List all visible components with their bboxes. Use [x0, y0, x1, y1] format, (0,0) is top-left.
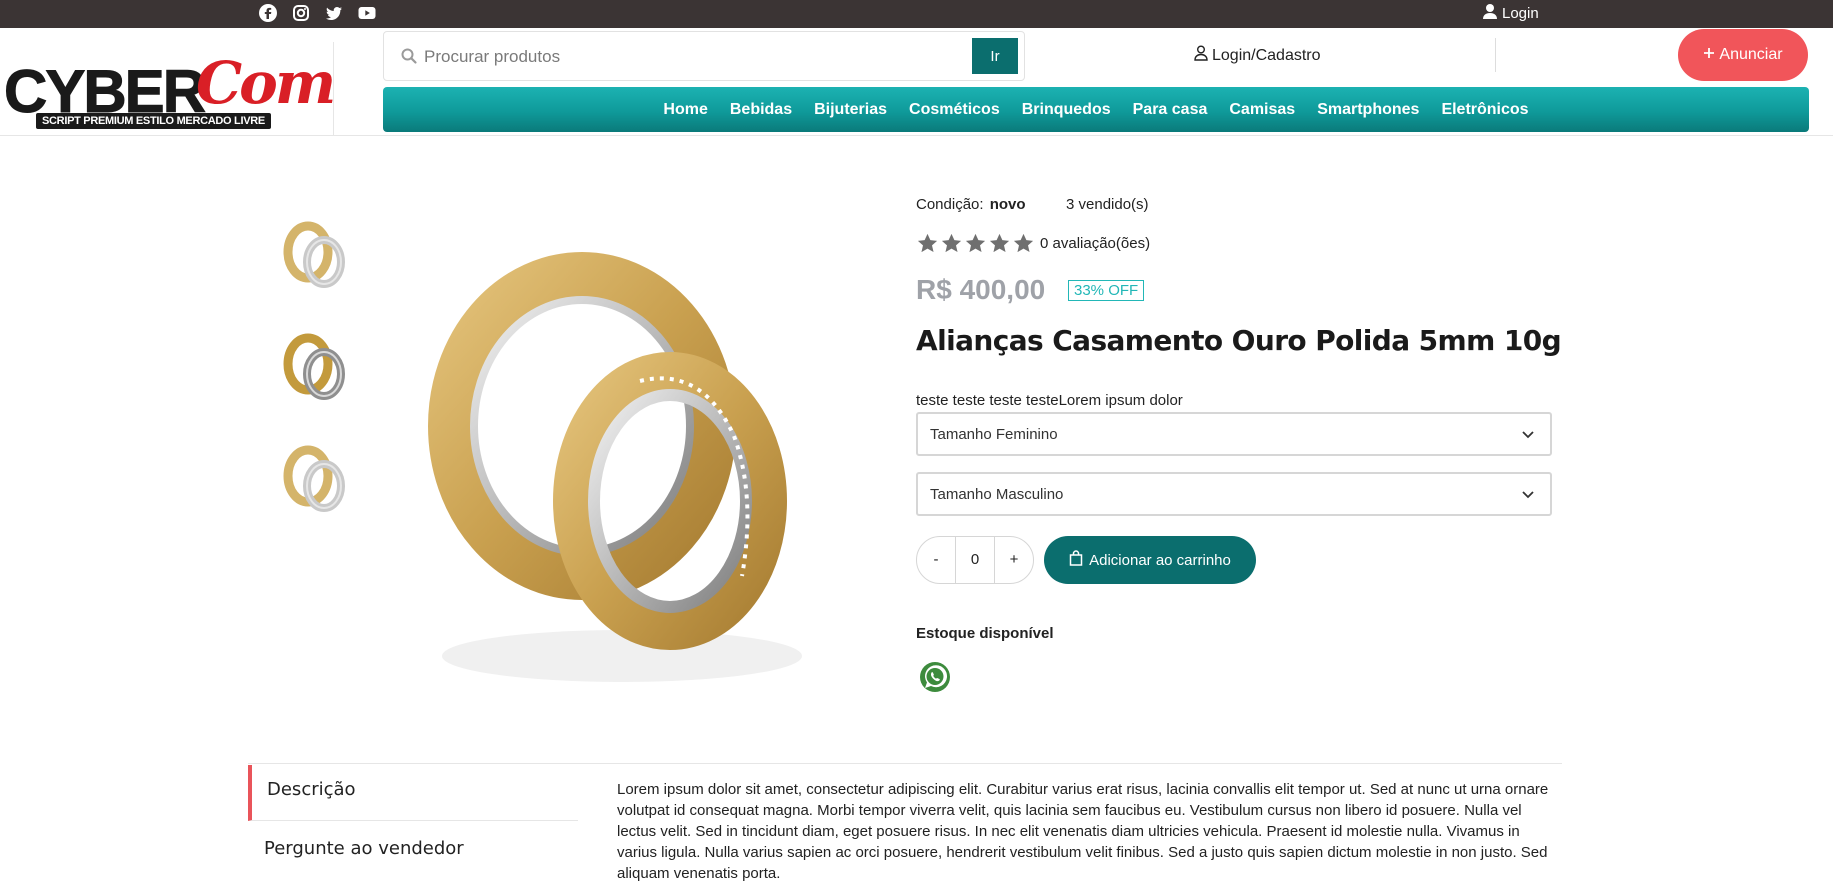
- user-outline-icon: [1194, 45, 1208, 66]
- tab-description[interactable]: Descrição: [248, 765, 578, 821]
- qty-input[interactable]: 0: [955, 537, 995, 583]
- instagram-icon[interactable]: [291, 3, 311, 23]
- rating-count: 0 avaliação(ões): [1040, 235, 1151, 252]
- thumbnail-1[interactable]: [276, 206, 356, 306]
- nav-item-para-casa[interactable]: Para casa: [1133, 101, 1208, 119]
- nav-item-brinquedos[interactable]: Brinquedos: [1022, 101, 1111, 119]
- discount-badge: 33% OFF: [1068, 280, 1145, 301]
- product-title: Alianças Casamento Ouro Polida 5mm 10g: [916, 324, 1562, 357]
- male-size-select[interactable]: Tamanho Masculino: [916, 472, 1552, 516]
- site-header: CYBER Com SCRIPT PREMIUM ESTILO MERCADO …: [0, 28, 1833, 136]
- nav-item-home[interactable]: Home: [663, 101, 707, 119]
- top-login-label: Login: [1502, 5, 1539, 22]
- thumbnail-list: [276, 206, 356, 542]
- chevron-down-icon: [1520, 486, 1536, 502]
- star-icon: [940, 232, 963, 255]
- site-logo[interactable]: CYBER Com SCRIPT PREMIUM ESTILO MERCADO …: [0, 42, 336, 136]
- condition-label: Condição:: [916, 196, 984, 213]
- header-divider: [1495, 38, 1496, 72]
- stock-status: Estoque disponível: [916, 625, 1054, 642]
- search-box: Ir: [383, 31, 1025, 81]
- condition-value: novo: [989, 196, 1026, 213]
- category-nav: Home Bebidas Bijuterias Cosméticos Brinq…: [383, 87, 1809, 132]
- logo-tagline: SCRIPT PREMIUM ESTILO MERCADO LIVRE: [36, 113, 271, 129]
- plus-icon: [1703, 46, 1715, 64]
- nav-item-cosmeticos[interactable]: Cosméticos: [909, 101, 1000, 119]
- star-icon: [964, 232, 987, 255]
- nav-item-bijuterias[interactable]: Bijuterias: [814, 101, 887, 119]
- chevron-down-icon: [1520, 426, 1536, 442]
- thumbnail-2[interactable]: [276, 318, 356, 418]
- star-icon: [988, 232, 1011, 255]
- whatsapp-icon[interactable]: [918, 660, 952, 694]
- tab-ask-seller[interactable]: Pergunte ao vendedor: [264, 838, 464, 859]
- add-to-cart-button[interactable]: Adicionar ao carrinho: [1044, 536, 1256, 584]
- user-icon: [1482, 3, 1498, 24]
- star-icon: [1012, 232, 1035, 255]
- anunciar-button[interactable]: Anunciar: [1678, 29, 1808, 81]
- product-short-description: teste teste teste testeLorem ipsum dolor: [916, 392, 1183, 409]
- thumbnail-3[interactable]: [276, 430, 356, 530]
- youtube-icon[interactable]: [357, 3, 377, 23]
- quantity-stepper: - 0 +: [916, 536, 1034, 584]
- tabs-divider: [248, 763, 1562, 764]
- shopping-bag-icon: [1069, 550, 1083, 570]
- login-register-link[interactable]: Login/Cadastro: [1194, 45, 1321, 66]
- social-links: [258, 3, 377, 23]
- female-size-select[interactable]: Tamanho Feminino: [916, 412, 1552, 456]
- male-size-value: Tamanho Masculino: [930, 486, 1064, 503]
- rating-row[interactable]: 0 avaliação(ões): [916, 232, 1150, 255]
- top-bar: Login: [0, 0, 1833, 28]
- anunciar-label: Anunciar: [1719, 46, 1783, 63]
- nav-item-bebidas[interactable]: Bebidas: [730, 101, 792, 119]
- facebook-icon[interactable]: [258, 3, 278, 23]
- twitter-icon[interactable]: [324, 3, 344, 23]
- product-info: Condição: novo 3 vendido(s) 0 avaliação(…: [916, 196, 1562, 692]
- qty-minus-button[interactable]: -: [917, 537, 955, 583]
- top-login-link[interactable]: Login: [1482, 3, 1539, 24]
- condition-row: Condição: novo: [916, 196, 1552, 220]
- qty-plus-button[interactable]: +: [995, 537, 1033, 583]
- star-icon: [916, 232, 939, 255]
- female-size-value: Tamanho Feminino: [930, 426, 1058, 443]
- logo-word-com: Com: [196, 49, 336, 117]
- add-to-cart-label: Adicionar ao carrinho: [1089, 551, 1231, 569]
- product-description-text: Lorem ipsum dolor sit amet, consectetur …: [617, 781, 1549, 882]
- search-icon: [400, 47, 418, 65]
- nav-item-eletronicos[interactable]: Eletrônicos: [1441, 101, 1528, 119]
- search-button[interactable]: Ir: [972, 38, 1018, 74]
- product-main-image[interactable]: [372, 196, 872, 716]
- nav-item-camisas[interactable]: Camisas: [1229, 101, 1295, 119]
- sold-count: 3 vendido(s): [1066, 196, 1149, 213]
- login-register-label: Login/Cadastro: [1212, 46, 1321, 64]
- search-input[interactable]: [424, 42, 964, 72]
- nav-item-smartphones[interactable]: Smartphones: [1317, 101, 1419, 119]
- product-price: R$ 400,00: [916, 274, 1046, 305]
